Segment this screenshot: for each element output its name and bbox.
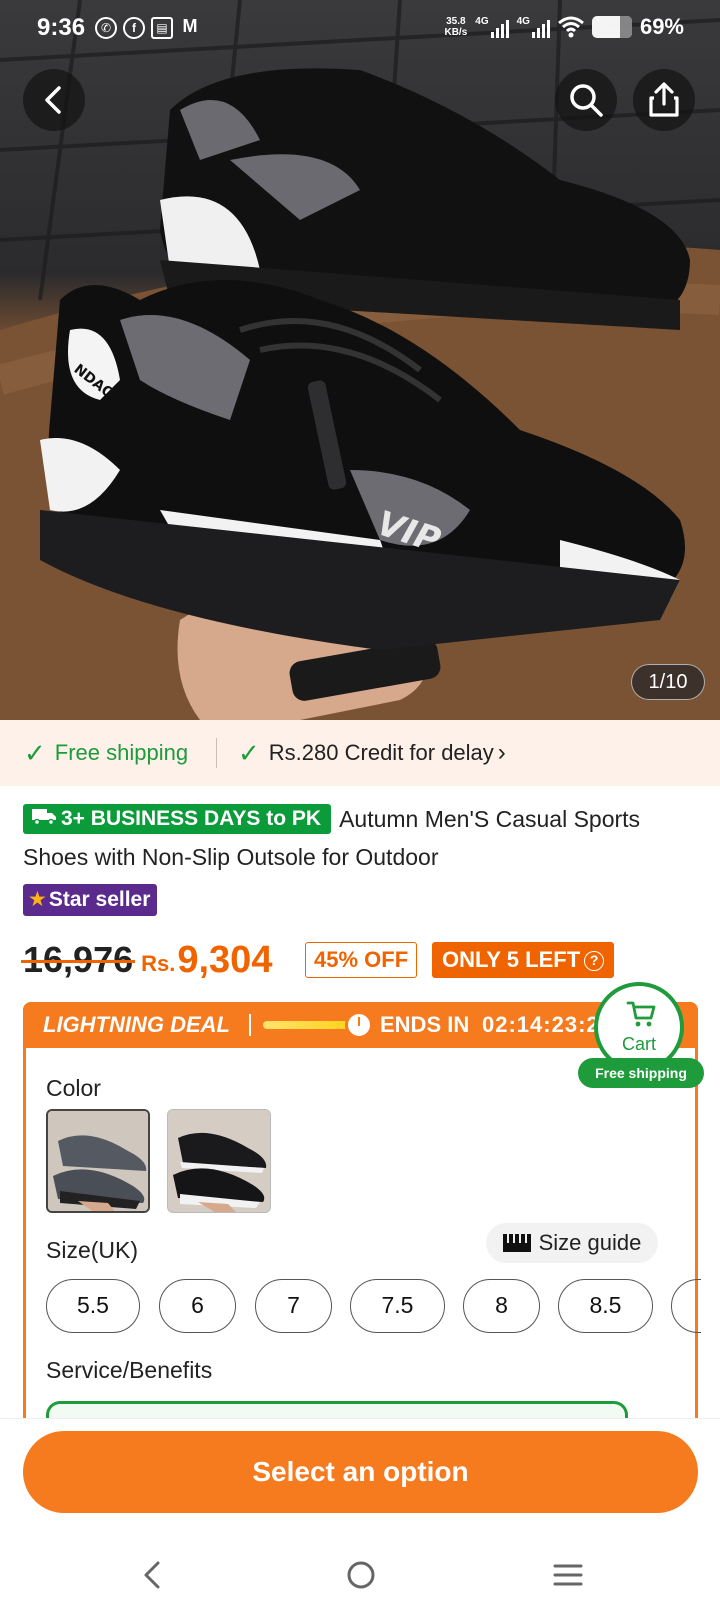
size-guide-text: Size guide xyxy=(538,1230,642,1255)
delay-credit-text: Rs.280 Credit for delay xyxy=(268,740,494,765)
help-icon: ? xyxy=(584,951,605,971)
bottom-bar: Select an option xyxy=(0,1418,720,1612)
size-option[interactable] xyxy=(671,1279,701,1333)
original-price: 16,976 xyxy=(20,939,136,980)
back-button[interactable] xyxy=(23,69,85,131)
free-shipping-text: Free shipping xyxy=(54,740,189,765)
delivery-badge: 3+ BUSINESS DAYS to PK xyxy=(23,804,332,834)
whatsapp-icon: ✆ xyxy=(95,17,117,39)
chevron-right-icon: › xyxy=(497,739,506,766)
battery-icon xyxy=(591,16,632,38)
nav-home-icon[interactable] xyxy=(346,1557,376,1593)
nav-back-icon[interactable] xyxy=(138,1557,168,1593)
product-image-gallery[interactable]: VIP NDAO 9:36 ✆ f ▤ M 35.8 KB/s 4G 4G 69… xyxy=(0,0,720,720)
share-icon xyxy=(649,82,679,117)
size-option[interactable]: 8.5 xyxy=(558,1279,653,1333)
size-option[interactable]: 7 xyxy=(255,1279,332,1333)
select-option-button[interactable]: Select an option xyxy=(23,1431,698,1513)
color-label: Color xyxy=(46,1075,101,1101)
clock-icon xyxy=(345,1011,373,1039)
nav-menu-icon[interactable] xyxy=(552,1557,584,1593)
size-option[interactable]: 7.5 xyxy=(350,1279,445,1333)
facebook-icon: f xyxy=(123,17,145,39)
stock-text: ONLY 5 LEFT xyxy=(442,947,581,972)
cart-free-shipping: Free shipping xyxy=(578,1058,704,1088)
delay-credit-item[interactable]: ✓ Rs.280 Credit for delay › xyxy=(238,738,506,769)
stock-badge[interactable]: ONLY 5 LEFT? xyxy=(432,942,615,978)
product-title: 3+ BUSINESS DAYS to PK Autumn Men'S Casua… xyxy=(23,800,703,876)
price-row: 16,976 Rs. 9,304 xyxy=(20,932,273,982)
size-option[interactable]: 5.5 xyxy=(46,1279,140,1333)
checkmark-icon: ✓ xyxy=(24,737,46,768)
color-swatch-grey[interactable] xyxy=(46,1109,150,1213)
size-options: 5.5 6 7 7.5 8 8.5 xyxy=(46,1279,701,1335)
wifi-icon xyxy=(557,16,584,38)
star-icon: ★ xyxy=(28,888,47,911)
star-seller-badge[interactable]: ★Star seller xyxy=(23,884,158,916)
swatch-image xyxy=(168,1110,270,1212)
share-button[interactable] xyxy=(633,69,695,131)
currency-symbol: Rs. xyxy=(141,951,176,976)
status-time: 9:36 xyxy=(37,14,86,41)
notification-icons: ✆ f ▤ M xyxy=(95,17,201,39)
divider xyxy=(249,1014,251,1036)
divider xyxy=(216,738,217,768)
system-navigation-bar xyxy=(0,1541,720,1612)
signal-icon: 4G xyxy=(475,16,509,38)
cart-button[interactable]: Cart Free shipping xyxy=(578,982,704,1088)
swatch-image xyxy=(48,1111,148,1211)
back-arrow-icon xyxy=(45,86,61,114)
cart-icon xyxy=(626,1001,656,1027)
signal-icon-2: 4G xyxy=(517,16,550,38)
search-icon xyxy=(570,84,603,117)
size-label: Size(UK) xyxy=(46,1237,139,1263)
ruler-icon xyxy=(502,1234,531,1252)
current-price: 9,304 xyxy=(177,939,273,981)
shipping-benefits-strip[interactable]: ✓ Free shipping ✓ Rs.280 Credit for dela… xyxy=(0,720,720,786)
deal-title: LIGHTNING DEAL xyxy=(43,1012,230,1037)
gmail-icon: M xyxy=(182,16,198,36)
image-counter: 1/10 xyxy=(631,664,705,700)
battery-level: 69% xyxy=(639,14,684,39)
network-speed: 35.8 KB/s xyxy=(444,16,468,38)
free-shipping-item[interactable]: ✓ Free shipping xyxy=(24,738,188,769)
color-swatch-black[interactable] xyxy=(167,1109,271,1213)
deal-progress-bar xyxy=(263,1021,353,1029)
deal-ends-label: ENDS IN xyxy=(380,1012,470,1037)
status-bar: 9:36 ✆ f ▤ M 35.8 KB/s 4G 4G 69% xyxy=(0,0,720,60)
size-guide-button[interactable]: Size guide xyxy=(486,1223,658,1263)
checkmark-icon: ✓ xyxy=(238,737,260,768)
cart-label: Cart xyxy=(621,1034,656,1054)
size-option[interactable]: 6 xyxy=(159,1279,236,1333)
service-benefits-label: Service/Benefits xyxy=(46,1357,213,1383)
discount-badge: 45% OFF xyxy=(305,942,418,978)
size-option[interactable]: 8 xyxy=(463,1279,540,1333)
system-indicators: 35.8 KB/s 4G 4G 69% xyxy=(444,14,684,40)
truck-icon xyxy=(32,809,56,825)
star-seller-text: Star seller xyxy=(48,888,151,911)
document-icon: ▤ xyxy=(151,17,173,39)
search-button[interactable] xyxy=(555,69,617,131)
